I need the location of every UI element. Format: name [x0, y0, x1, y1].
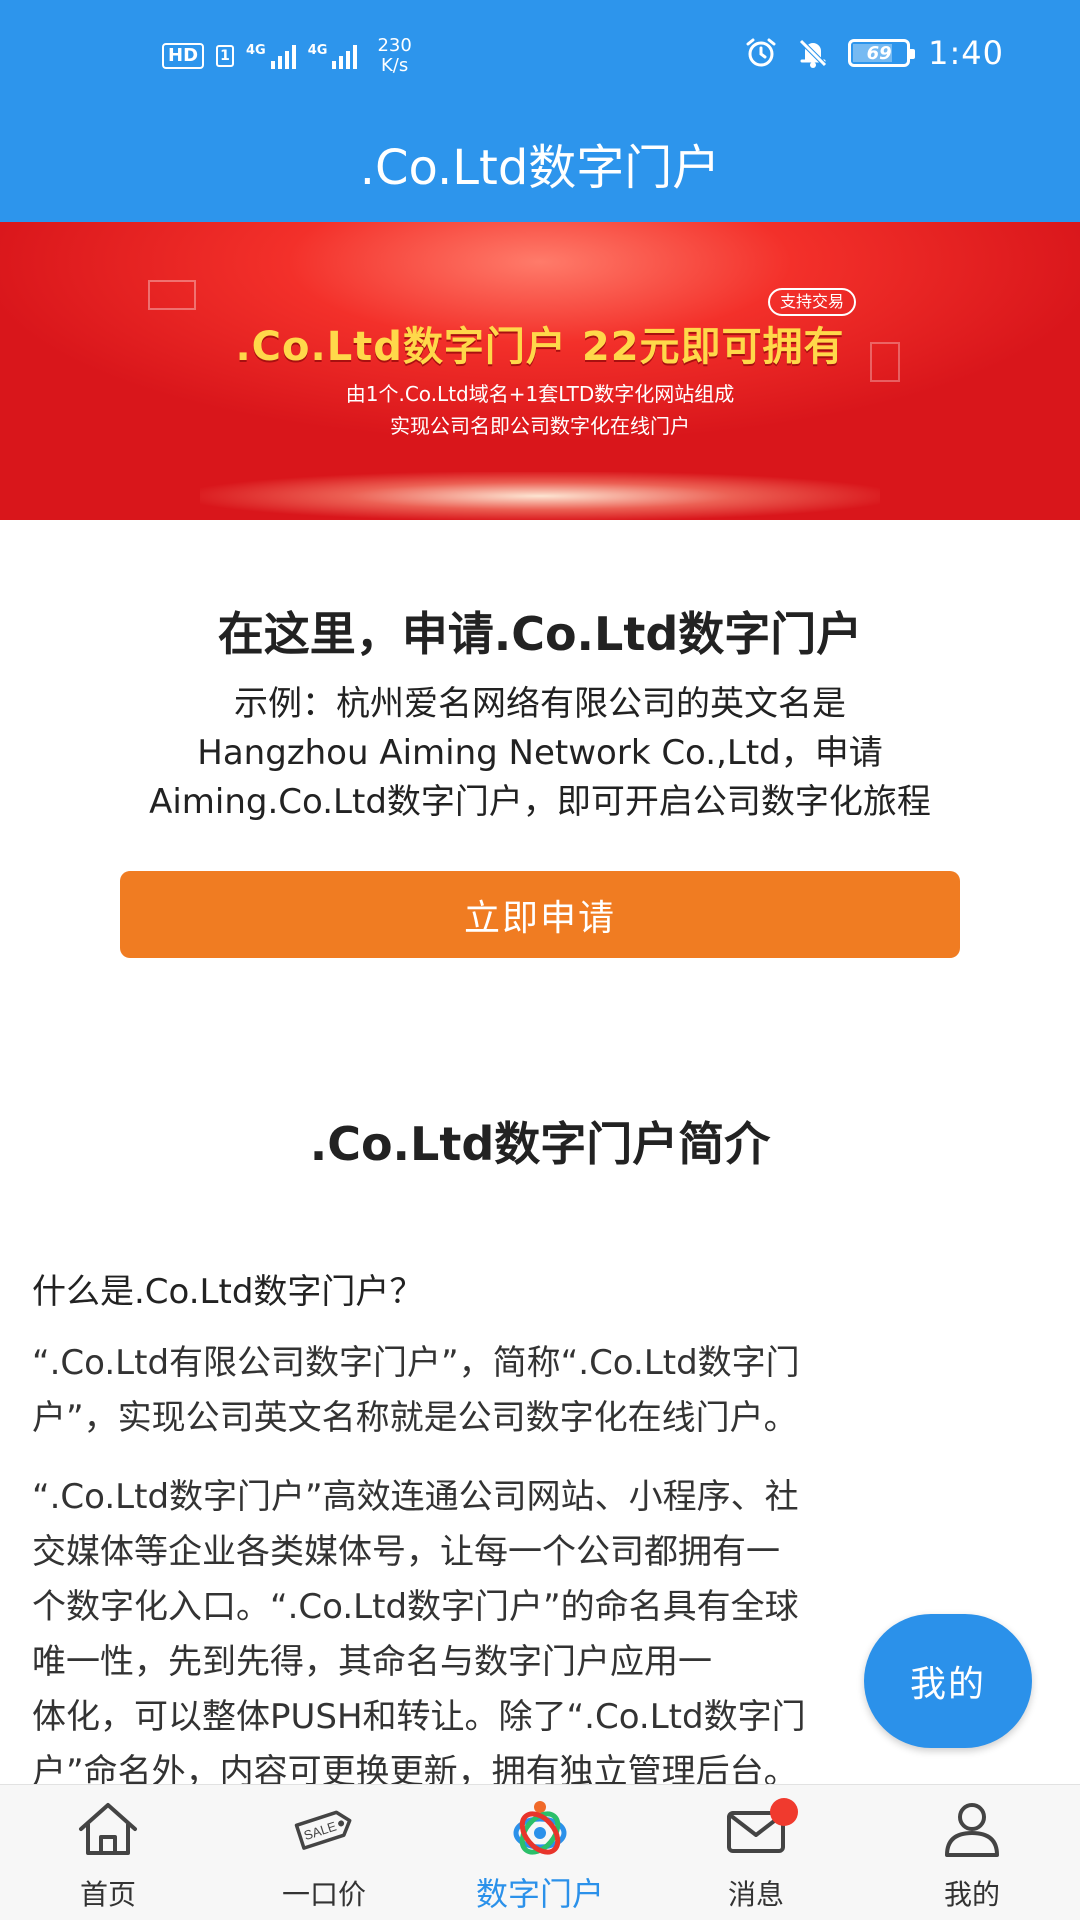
nav-item-fixed-price[interactable]: SALE 一口价 — [216, 1785, 432, 1920]
banner-glow — [200, 472, 880, 520]
clock: 1:40 — [928, 34, 1004, 72]
apply-example: 示例：杭州爱名网络有限公司的英文名是 Hangzhou Aiming Netwo… — [30, 680, 1050, 827]
nav-item-digital-portal[interactable]: 数字门户 — [432, 1785, 648, 1920]
intro-title: .Co.Ltd数字门户简介 — [309, 1117, 771, 1171]
network-type-2: 4G — [307, 43, 328, 58]
paragraph-line: “.Co.Ltd数字门户”高效连通公司网站、小程序、社 — [32, 1477, 799, 1517]
example-line: Aiming.Co.Ltd数字门户，即可开启公司数字化旅程 — [149, 782, 931, 822]
nav-label: 消息 — [727, 1878, 784, 1911]
network-type-1: 4G — [246, 43, 266, 58]
signal-icon: 4G — [308, 43, 358, 69]
intro-question: 什么是.Co.Ltd数字门户？ — [32, 1272, 424, 1312]
status-right: 69 1:40 — [744, 34, 1004, 72]
speed-value: 230 — [377, 35, 412, 56]
nav-item-home[interactable]: 首页 — [0, 1785, 216, 1920]
alarm-icon — [746, 38, 776, 67]
hd-badge: HD — [162, 43, 205, 69]
banner-tag: 支持交易 — [768, 288, 857, 316]
paragraph-line: 交媒体等企业各类媒体号，让每一个公司都拥有一 — [32, 1532, 780, 1572]
banner-subtitle-1: 由1个.Co.Ltd域名+1套LTD数字化网站组成 — [345, 382, 735, 406]
battery-level: 69 — [866, 42, 892, 64]
promo-banner[interactable]: 支持交易 .Co.Ltd数字门户 22元即可拥有 由1个.Co.Ltd域名+1套… — [0, 222, 1080, 520]
nav-label: 一口价 — [281, 1878, 366, 1911]
mute-icon — [799, 39, 827, 68]
paragraph-line: 个数字化入口。“.Co.Ltd数字门户”的命名具有全球 — [32, 1587, 799, 1627]
status-left: HD 1 4G 4G 230 K/s — [162, 36, 412, 76]
signal-icon: 4G — [246, 43, 296, 69]
nav-item-messages[interactable]: 消息 — [648, 1785, 864, 1920]
decor-frame — [148, 280, 196, 310]
paragraph-line: “.Co.Ltd有限公司数字门户”，简称“.Co.Ltd数字门 — [32, 1343, 800, 1383]
banner-title: .Co.Ltd数字门户 22元即可拥有 — [235, 324, 845, 370]
banner-subtitle-2: 实现公司名即公司数字化在线门户 — [390, 414, 690, 438]
sim-indicator: 1 — [216, 45, 235, 67]
unread-badge — [770, 1798, 798, 1826]
network-speed: 230 K/s — [377, 36, 411, 76]
example-line: 示例：杭州爱名网络有限公司的英文名是 — [234, 684, 846, 724]
user-icon — [945, 1803, 999, 1857]
speed-unit: K/s — [381, 55, 409, 76]
home-icon — [79, 1803, 137, 1855]
status-bar: HD 1 4G 4G 230 K/s 69 1:40 — [0, 0, 1080, 110]
nav-label: 数字门户 — [475, 1875, 604, 1913]
example-line: Hangzhou Aiming Network Co.,Ltd，申请 — [197, 733, 883, 773]
nav-label: 我的 — [943, 1878, 1000, 1911]
page-title: .Co.Ltd数字门户 — [359, 140, 721, 196]
top-bar: HD 1 4G 4G 230 K/s 69 1:40 .Co.Ltd数字门户 — [0, 0, 1080, 222]
sale-tag-icon: SALE — [294, 1810, 352, 1850]
intro-paragraph: “.Co.Ltd有限公司数字门户”，简称“.Co.Ltd数字门 户”，实现公司英… — [32, 1336, 1022, 1446]
paragraph-line: 户”，实现公司英文名称就是公司数字化在线门户。 — [32, 1398, 798, 1438]
apply-title: 在这里，申请.Co.Ltd数字门户 — [217, 607, 863, 661]
intro-paragraph: “.Co.Ltd数字门户”高效连通公司网站、小程序、社 交媒体等企业各类媒体号，… — [32, 1470, 1022, 1800]
bottom-nav: 首页 SALE 一口价 数字门户 消息 我的 — [0, 1784, 1080, 1920]
apply-now-button[interactable]: 立即申请 — [120, 871, 960, 958]
floating-mine-button[interactable]: 我的 — [864, 1614, 1032, 1748]
battery-icon: 69 — [848, 39, 916, 67]
nav-label: 首页 — [79, 1878, 136, 1911]
portal-icon — [513, 1801, 567, 1855]
nav-item-mine[interactable]: 我的 — [864, 1785, 1080, 1920]
